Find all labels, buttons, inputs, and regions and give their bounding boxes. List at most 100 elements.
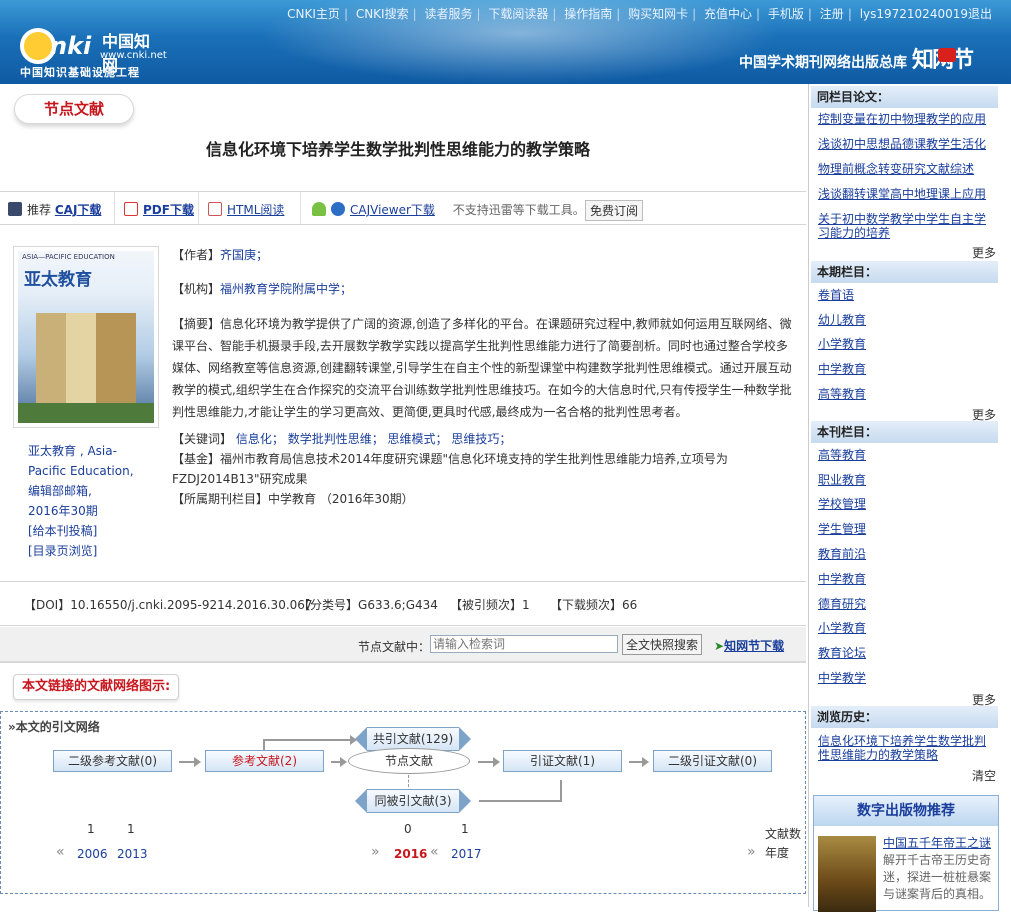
cover-en-title: ASIA—PACIFIC EDUCATION [22, 253, 115, 261]
book-cover[interactable] [818, 836, 876, 912]
sidebar-column[interactable]: 卷首语 [818, 288, 996, 302]
sidebar-column[interactable]: 中学教学 [818, 671, 996, 685]
prev-years-icon[interactable]: » [371, 844, 380, 860]
android-icon [312, 202, 326, 216]
sidebar-article[interactable]: 物理前概念转变研究文献综述 [818, 162, 996, 176]
digital-publication-recommend: 数字出版物推荐 中国五千年帝王之谜 解开千古帝王历史奇迷，探进一桩桩悬案与谜案背… [813, 795, 999, 912]
prev-years-icon[interactable]: « [56, 844, 65, 860]
sidebar-column[interactable]: 中学教育 [818, 572, 996, 586]
network-heading: »本文的引文网络 [8, 720, 100, 734]
article-fields: 【作者】齐国庚； 【机构】福州教育学院附属中学； 【摘要】信息化环境为教学提供了… [172, 245, 792, 509]
journal-column-heading: 本刊栏目： [811, 421, 998, 443]
doi-label: 【DOI】 [24, 598, 71, 612]
nav-guide[interactable]: 操作指南 [563, 7, 613, 21]
free-subscribe-button[interactable]: 免费订阅 [585, 200, 644, 221]
journal-name-en[interactable]: Pacific Education, [28, 461, 148, 481]
sidebar-article[interactable]: 控制变量在初中物理教学的应用 [818, 112, 996, 126]
ref-node[interactable]: 参考文献(2) [205, 750, 324, 772]
pdf-download-link[interactable]: PDF下载 [143, 203, 194, 217]
caj-download-link[interactable]: CAJ下载 [55, 203, 102, 217]
nav-cnki-home[interactable]: CNKI主页 [286, 7, 341, 21]
article-info: ASIA—PACIFIC EDUCATION 亚太教育 亚太教育 , Asia-… [0, 225, 806, 580]
year-link[interactable]: 2016 [394, 847, 427, 861]
year-link[interactable]: 2017 [451, 847, 482, 861]
sidebar-column[interactable]: 教育前沿 [818, 547, 996, 561]
submit-link[interactable]: [给本刊投稿] [28, 521, 148, 541]
fulltext-search-button[interactable]: 全文快照搜索 [622, 634, 703, 655]
logo-url: www.cnki.net [100, 50, 167, 61]
sidebar-column[interactable]: 小学教育 [818, 621, 996, 635]
site-header: CNKI主页 | CNKI搜索 | 读者服务 | 下载阅读器 | 操作指南 | 购买知网卡… [0, 0, 1011, 84]
sidebar-article[interactable]: 浅谈初中思想品德课教学生活化 [818, 137, 996, 151]
column-label: 【所属期刊栏目】 [172, 492, 269, 506]
author-link[interactable]: 齐国庚； [220, 248, 268, 262]
org-link[interactable]: 福州教育学院附属中学； [220, 282, 352, 296]
co-cited-node[interactable]: 同被引文献(3) [355, 789, 471, 813]
second-cite-node[interactable]: 二级引证文献(0) [653, 750, 772, 772]
nav-user-logout[interactable]: lys197210240019退出 [859, 7, 993, 21]
classification: 【分类号】G633.6;G434 [298, 596, 438, 613]
connector-arrow [331, 757, 347, 767]
next-years-icon[interactable]: » [747, 844, 756, 860]
next-years-icon[interactable]: « [430, 844, 439, 860]
recommend-label: 推荐 [27, 203, 52, 217]
more-link[interactable]: 更多 [972, 244, 996, 261]
cover-cn-title: 亚太教育 [24, 270, 92, 290]
keyword-link[interactable]: 数学批判性思维； [288, 432, 384, 446]
nav-cnki-search[interactable]: CNKI搜索 [355, 7, 410, 21]
cite-node[interactable]: 引证文献(1) [503, 750, 622, 772]
keyword-link[interactable]: 思维模式； [388, 432, 448, 446]
toc-link[interactable]: [目录页浏览] [28, 541, 148, 561]
journal-cover[interactable]: ASIA—PACIFIC EDUCATION 亚太教育 [13, 246, 159, 428]
journal-name[interactable]: 亚太教育 , Asia- [28, 441, 148, 461]
sidebar-column[interactable]: 高等教育 [818, 448, 996, 462]
sidebar-article[interactable]: 浅谈翻转课堂高中地理课上应用 [818, 187, 996, 201]
author-label: 【作者】 [172, 248, 221, 262]
nav-reader-service[interactable]: 读者服务 [423, 7, 473, 21]
nav-download-reader[interactable]: 下载阅读器 [487, 7, 549, 21]
sidebar-column[interactable]: 小学教育 [818, 337, 996, 351]
network-map-button[interactable]: 本文链接的文献网络图示: [13, 674, 180, 700]
connector-arrow [478, 757, 500, 767]
cover-bar [18, 403, 154, 423]
keyword-link[interactable]: 思维技巧； [451, 432, 511, 446]
sidebar-column[interactable]: 德育研究 [818, 597, 996, 611]
pdf-icon [124, 202, 138, 216]
sidebar-article[interactable]: 关于初中数学教学中学生自主学习能力的培养 [818, 212, 996, 240]
nav-buy-card[interactable]: 购买知网卡 [627, 7, 689, 21]
sidebar-column[interactable]: 幼儿教育 [818, 313, 996, 327]
sidebar-column[interactable]: 学校管理 [818, 497, 996, 511]
node-document[interactable]: 节点文献 [348, 748, 470, 774]
connector-arrow [179, 757, 201, 767]
clear-history-link[interactable]: 清空 [972, 767, 996, 784]
top-nav: CNKI主页 | CNKI搜索 | 读者服务 | 下载阅读器 | 操作指南 | 购买知网卡… [286, 7, 993, 21]
cajviewer-download-link[interactable]: CAJViewer下载 [350, 203, 435, 217]
knode-download[interactable]: ➤知网节下载 [714, 637, 784, 654]
cnki-logo[interactable]: nki 中国知网 www.cnki.net 中国知识基础设施工程 [20, 24, 167, 79]
search-input[interactable] [430, 635, 618, 653]
logo-subtitle: 中国知识基础设施工程 [20, 66, 140, 79]
keyword-link[interactable]: 信息化； [236, 432, 284, 446]
nav-mobile[interactable]: 手机版 [767, 7, 805, 21]
year-link[interactable]: 2006 [77, 847, 108, 861]
sidebar-column[interactable]: 职业教育 [818, 473, 996, 487]
journal-info: 亚太教育 , Asia- Pacific Education, 编辑部邮箱, 2… [28, 441, 148, 561]
book-title-link[interactable]: 中国五千年帝王之谜 [883, 834, 995, 851]
sidebar-column[interactable]: 学生管理 [818, 522, 996, 536]
knode-download-label: 知网节下载 [724, 639, 785, 653]
html-read-link[interactable]: HTML阅读 [227, 203, 284, 217]
year-link[interactable]: 2013 [117, 847, 148, 861]
sidebar-column[interactable]: 教育论坛 [818, 646, 996, 660]
node-search-bar: 节点文献中： 全文快照搜索 ➤知网节下载 [0, 627, 806, 663]
cite-count-value: 1 [522, 598, 530, 612]
history-heading: 浏览历史： [811, 706, 998, 728]
sidebar-column[interactable]: 中学教育 [818, 362, 996, 376]
journal-issue[interactable]: 2016年30期 [28, 501, 148, 521]
abstract-text: 信息化环境为教学提供了广阔的资源,创造了多样化的平台。在课题研究过程中,教师就如… [172, 317, 792, 419]
sidebar-column[interactable]: 高等教育 [818, 387, 996, 401]
nav-recharge[interactable]: 充值中心 [703, 7, 753, 21]
history-item[interactable]: 信息化环境下培养学生数学批判性思维能力的教学策略 [818, 734, 996, 762]
nav-register[interactable]: 注册 [819, 7, 845, 21]
second-ref-node[interactable]: 二级参考文献(0) [53, 750, 172, 772]
journal-email[interactable]: 编辑部邮箱, [28, 481, 148, 501]
